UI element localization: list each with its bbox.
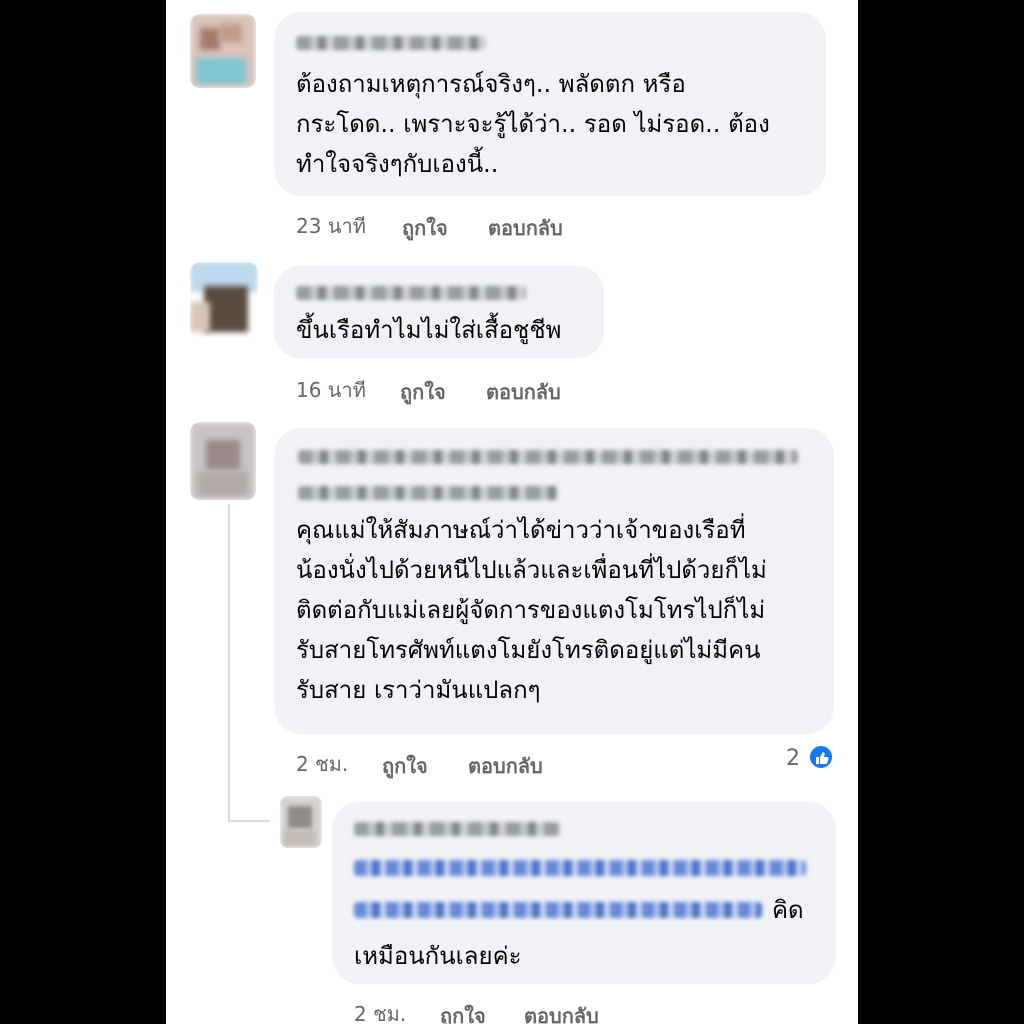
- reaction-count: 2: [786, 746, 800, 771]
- commenter-name-line2: [298, 486, 558, 500]
- reply-time[interactable]: 2 ชม.: [354, 998, 406, 1024]
- reaction-summary[interactable]: 2: [786, 744, 842, 774]
- avatar[interactable]: [190, 422, 256, 500]
- reply-text: เหมือนกันเลยค่ะ: [354, 942, 522, 970]
- commenter-name[interactable]: [296, 36, 486, 50]
- comment-actions: 2 ชม. ถูกใจ ตอบกลับ: [296, 748, 696, 778]
- like-button[interactable]: ถูกใจ: [402, 212, 448, 244]
- reply-button[interactable]: ตอบกลับ: [486, 376, 561, 408]
- like-button[interactable]: ถูกใจ: [382, 750, 428, 782]
- reply-thread-connector: [228, 820, 270, 822]
- comment-text: ขึ้นเรือทำไมไม่ใส่เสื้อชูชีพ: [296, 316, 562, 344]
- comment-time[interactable]: 23 นาที: [296, 210, 366, 242]
- like-button[interactable]: ถูกใจ: [400, 376, 446, 408]
- avatar[interactable]: [190, 262, 258, 338]
- comments-panel: ต้องถามเหตุการณ์จริงๆ.. พลัดตก หรือ กระโ…: [166, 0, 858, 1024]
- comment-bubble: ต้องถามเหตุการณ์จริงๆ.. พลัดตก หรือ กระโ…: [274, 12, 826, 196]
- commenter-name[interactable]: [354, 822, 560, 836]
- avatar[interactable]: [190, 14, 256, 88]
- reply-button[interactable]: ตอบกลับ: [524, 1000, 599, 1024]
- comment-bubble: ขึ้นเรือทำไมไม่ใส่เสื้อชูชีพ: [274, 266, 604, 358]
- like-button[interactable]: ถูกใจ: [440, 1000, 486, 1024]
- mentioned-link[interactable]: [354, 860, 806, 876]
- comment-text: ต้องถามเหตุการณ์จริงๆ.. พลัดตก หรือ กระโ…: [296, 70, 770, 178]
- comment-time[interactable]: 2 ชม.: [296, 748, 348, 780]
- reply-bubble: คิด เหมือนกันเลยค่ะ: [332, 802, 836, 984]
- mentioned-link-line2[interactable]: [354, 902, 762, 918]
- comment-actions: 16 นาที ถูกใจ ตอบกลับ: [296, 374, 696, 404]
- commenter-name[interactable]: [296, 286, 526, 300]
- comment-actions: 23 นาที ถูกใจ ตอบกลับ: [296, 210, 696, 240]
- reply-text-tail: คิด: [772, 896, 804, 924]
- comment-time[interactable]: 16 นาที: [296, 374, 366, 406]
- avatar[interactable]: [280, 796, 322, 848]
- like-thumbs-up-icon: [808, 744, 834, 770]
- comment-bubble: คุณแม่ให้สัมภาษณ์ว่าได้ข่าวว่าเจ้าของเรื…: [274, 428, 834, 734]
- reply-button[interactable]: ตอบกลับ: [488, 212, 563, 244]
- reply-button[interactable]: ตอบกลับ: [468, 750, 543, 782]
- commenter-name[interactable]: [298, 450, 798, 464]
- reply-thread-line: [228, 504, 230, 822]
- comment-text: คุณแม่ให้สัมภาษณ์ว่าได้ข่าวว่าเจ้าของเรื…: [296, 516, 767, 704]
- reply-actions: 2 ชม. ถูกใจ ตอบกลับ: [354, 998, 754, 1024]
